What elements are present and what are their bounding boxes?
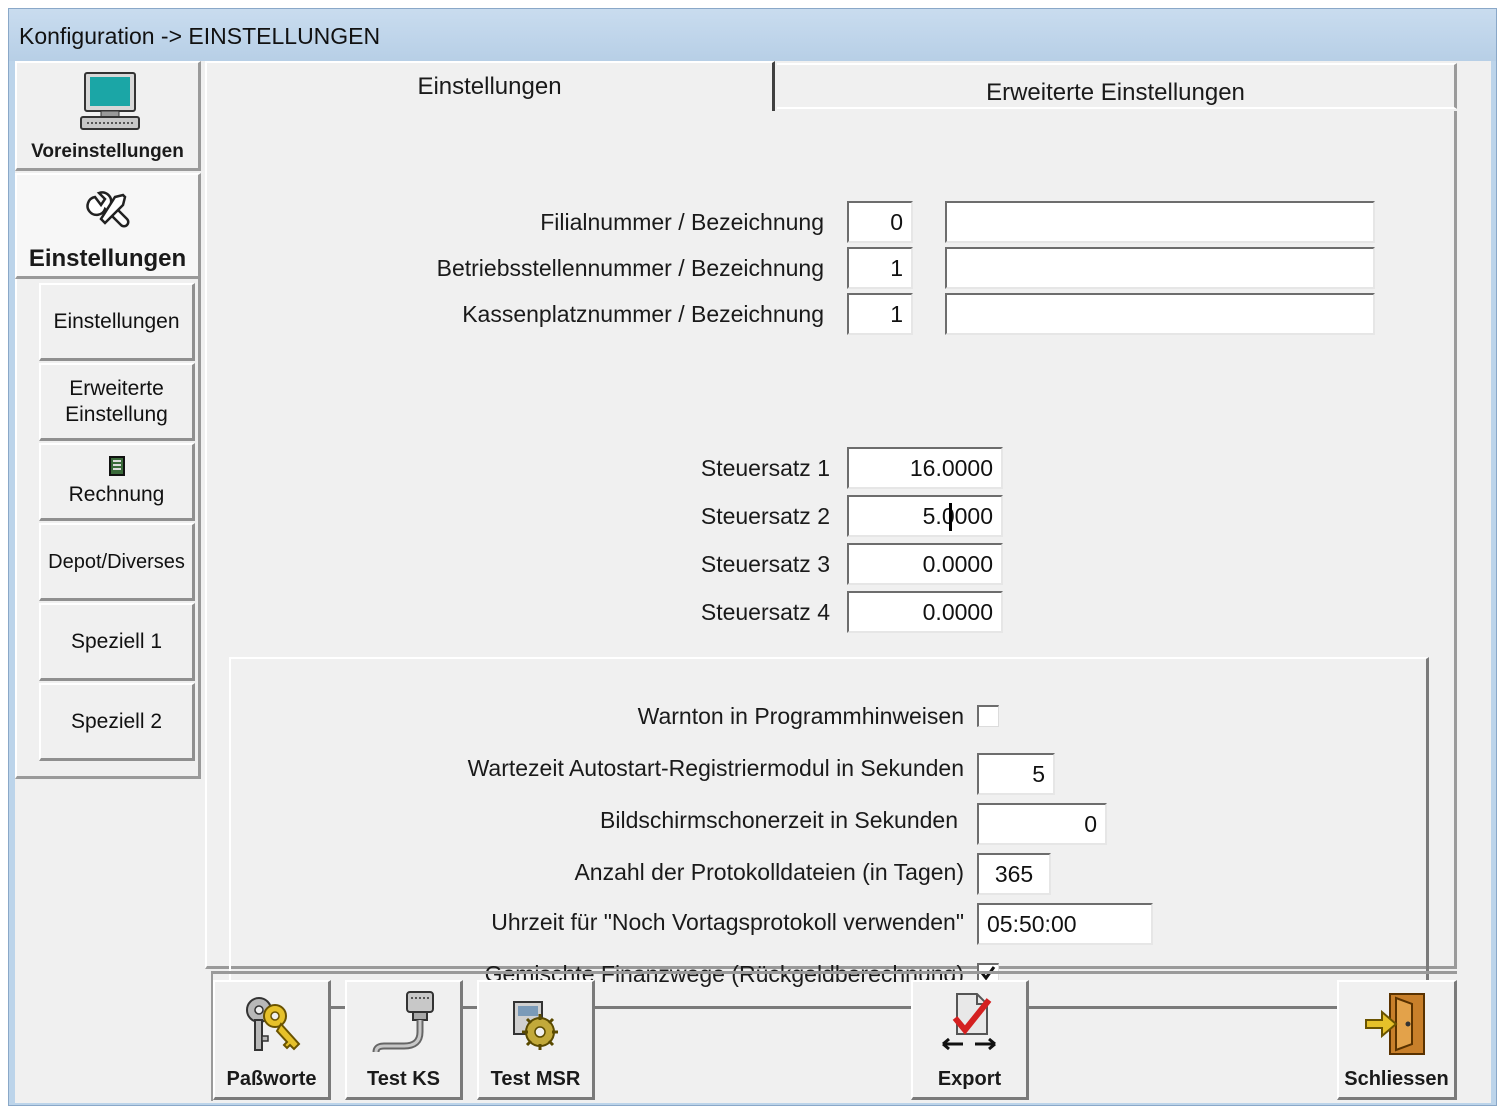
steuersatz2-label: Steuersatz 2: [700, 503, 830, 529]
sub-speziell1-label: Speziell 1: [70, 629, 163, 653]
bildschirmschoner-value: 0: [1084, 810, 1097, 837]
test-msr-button[interactable]: Test MSR: [477, 980, 595, 1100]
kassenplatz-bezeichnung-input[interactable]: [945, 293, 1375, 335]
exit-door-icon: [1364, 993, 1425, 1055]
test-ks-button[interactable]: Test KS: [345, 980, 463, 1100]
book-icon: [108, 455, 125, 476]
steuersatz1-input[interactable]: 16.0000: [847, 447, 1003, 489]
wartezeit-value: 5: [1032, 760, 1045, 787]
uhrzeit-input[interactable]: 05:50:00: [977, 903, 1153, 945]
warnton-label: Warnton in Programmhinweisen: [637, 703, 964, 729]
steuersatz4-input[interactable]: 0.0000: [847, 591, 1003, 633]
options-groupbox: Warnton in Programmhinweisen Wartezeit A…: [229, 657, 1429, 1009]
bildschirmschoner-label: Bildschirmschonerzeit in Sekunden: [600, 807, 958, 833]
filial-bezeichnung-input[interactable]: [945, 201, 1375, 243]
sidebar: Voreinstellungen Einstellungen Einstellu…: [15, 61, 203, 781]
computer-icon: [80, 72, 140, 130]
steuersatz3-label: Steuersatz 3: [700, 551, 830, 577]
steuersatz1-label: Steuersatz 1: [700, 455, 830, 481]
filialnummer-input[interactable]: 0: [847, 201, 913, 243]
passworte-label: Paßworte: [226, 1068, 317, 1090]
voreinstellungen-label: Voreinstellungen: [31, 141, 184, 162]
betriebsstellennummer-label: Betriebsstellennummer / Bezeichnung: [436, 255, 824, 281]
export-button[interactable]: Export: [911, 980, 1029, 1100]
bildschirmschoner-input[interactable]: 0: [977, 803, 1107, 845]
steuersatz4-label: Steuersatz 4: [700, 599, 830, 625]
steuersatz3-value: 0.0000: [922, 550, 993, 577]
sub-rechnung-label: Rechnung: [68, 482, 165, 506]
settings-panel: Filialnummer / Bezeichnung 0 Betriebsste…: [205, 111, 1457, 1009]
kassenplatznummer-value: 1: [890, 300, 903, 327]
tools-icon: [86, 191, 130, 228]
sub-speziell2-label: Speziell 2: [70, 709, 163, 733]
steuersatz2-input[interactable]: 5.0000: [847, 495, 1003, 537]
schliessen-label: Schliessen: [1344, 1068, 1449, 1090]
protokoll-input[interactable]: 365: [977, 853, 1051, 895]
uhrzeit-value: 05:50:00: [987, 910, 1077, 937]
plug-icon: [372, 991, 434, 1053]
protokoll-label: Anzahl der Protokolldateien (in Tagen): [574, 859, 964, 885]
sub-einstellungen-label: Einstellungen: [53, 309, 180, 333]
kassenplatznummer-label: Kassenplatznummer / Bezeichnung: [462, 301, 824, 327]
betriebsstellen-bezeichnung-input[interactable]: [945, 247, 1375, 289]
wartezeit-label: Wartezeit Autostart-Registriermodul in S…: [467, 755, 964, 781]
gear-device-icon: [512, 1001, 558, 1050]
sub-erweiterte-button[interactable]: Erweiterte Einstellung: [39, 363, 195, 441]
title-bar: Konfiguration -> EINSTELLUNGEN: [9, 9, 1496, 61]
test-ks-label: Test KS: [367, 1068, 440, 1090]
filialnummer-label: Filialnummer / Bezeichnung: [540, 209, 824, 235]
sub-depot-button[interactable]: Depot/Diverses: [39, 523, 195, 601]
sub-einstellungen-button[interactable]: Einstellungen: [39, 283, 195, 361]
filialnummer-value: 0: [890, 208, 903, 235]
schliessen-button[interactable]: Schliessen: [1337, 980, 1457, 1100]
app-window: Konfiguration -> EINSTELLUNGEN Voreinste…: [8, 8, 1497, 1106]
steuersatz4-value: 0.0000: [922, 598, 993, 625]
voreinstellungen-button[interactable]: Voreinstellungen: [15, 61, 201, 171]
sub-erweiterte-label: Erweiterte: [69, 376, 164, 400]
sub-nav: Einstellungen Erweiterte Einstellung Rec…: [15, 279, 201, 779]
tab-erweiterte-einstellungen[interactable]: Erweiterte Einstellungen: [777, 63, 1457, 109]
betriebsstellennummer-input[interactable]: 1: [847, 247, 913, 289]
client-area: Voreinstellungen Einstellungen Einstellu…: [15, 61, 1491, 1103]
test-msr-label: Test MSR: [490, 1068, 581, 1090]
wartezeit-input[interactable]: 5: [977, 753, 1055, 795]
sub-rechnung-button[interactable]: Rechnung: [39, 443, 195, 521]
kassenplatznummer-input[interactable]: 1: [847, 293, 913, 335]
keys-icon: [245, 997, 300, 1051]
text-caret: [949, 503, 952, 531]
export-label: Export: [937, 1068, 1002, 1090]
tab-einstellungen[interactable]: Einstellungen: [205, 61, 775, 111]
einstellungen-main-label: Einstellungen: [28, 245, 187, 272]
betriebsstellennummer-value: 1: [890, 254, 903, 281]
bottom-toolbar: Paßworte Test KS Test MSR Export Schlies…: [211, 971, 1457, 1101]
einstellungen-main-button[interactable]: Einstellungen: [15, 173, 201, 279]
protokoll-value: 365: [994, 860, 1034, 887]
passworte-button[interactable]: Paßworte: [213, 980, 331, 1100]
window-title: Konfiguration -> EINSTELLUNGEN: [19, 23, 381, 49]
steuersatz1-value: 16.0000: [909, 454, 993, 481]
sub-erweiterte-label-2: Einstellung: [65, 402, 168, 426]
tab-einstellungen-label: Einstellungen: [417, 73, 562, 100]
steuersatz2-value: 5.0000: [922, 502, 993, 529]
warnton-checkbox[interactable]: [977, 705, 999, 727]
export-icon: [941, 993, 996, 1051]
sub-depot-label: Depot/Diverses: [48, 550, 185, 573]
uhrzeit-label: Uhrzeit für "Noch Vortagsprotokoll verwe…: [491, 909, 964, 935]
sub-speziell1-button[interactable]: Speziell 1: [39, 603, 195, 681]
steuersatz3-input[interactable]: 0.0000: [847, 543, 1003, 585]
tab-erweiterte-label: Erweiterte Einstellungen: [986, 79, 1245, 106]
sub-speziell2-button[interactable]: Speziell 2: [39, 683, 195, 761]
